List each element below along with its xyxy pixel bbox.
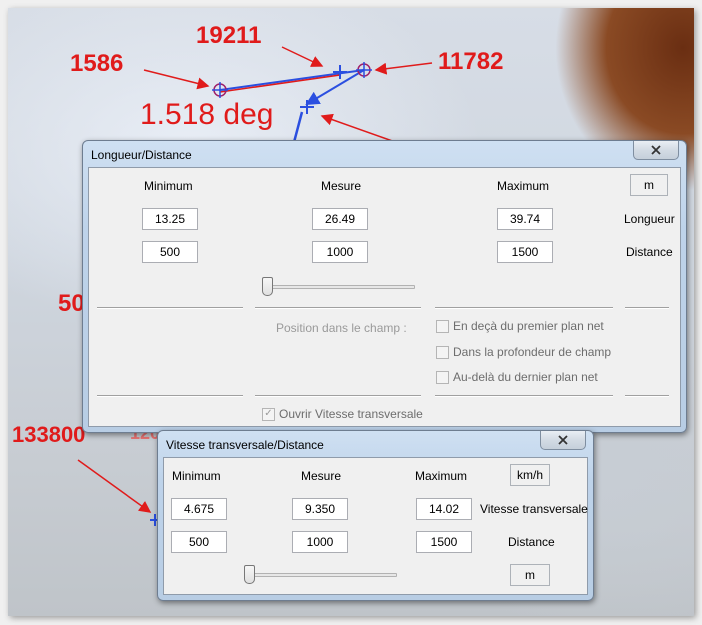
longueur-mesure-field[interactable] — [312, 208, 368, 230]
checkbox-label: Au-delà du dernier plan net — [453, 370, 598, 384]
separator — [255, 395, 421, 397]
unit-button[interactable]: m — [630, 174, 668, 196]
distance-max-field[interactable] — [416, 531, 472, 553]
window-titlebar[interactable]: Longueur/Distance — [83, 141, 686, 167]
checkbox-label: Dans la profondeur de champ — [453, 345, 612, 359]
slider-track — [262, 285, 415, 289]
checkbox-ouvrir-vitesse[interactable]: ✓ Ouvrir Vitesse transversale — [262, 407, 423, 421]
slider-thumb[interactable] — [244, 565, 255, 584]
distance-min-field[interactable] — [171, 531, 227, 553]
slider-thumb[interactable] — [262, 277, 273, 296]
unit-button-label: m — [644, 178, 654, 192]
distance-mesure-field[interactable] — [312, 241, 368, 263]
label-1586: 1586 — [70, 50, 124, 77]
longueur-min-field[interactable] — [142, 208, 198, 230]
header-maximum: Maximum — [415, 469, 468, 483]
window-title: Vitesse transversale/Distance — [166, 438, 324, 452]
unit-button-label: km/h — [516, 468, 543, 482]
close-icon — [558, 435, 568, 445]
header-mesure: Mesure — [301, 469, 342, 483]
window-title: Longueur/Distance — [91, 148, 192, 162]
vitesse-mesure-field[interactable] — [292, 498, 348, 520]
label-50: 50 — [58, 290, 85, 317]
cross-marker-19211 — [333, 65, 347, 79]
close-button[interactable] — [633, 141, 679, 160]
header-mesure: Mesure — [321, 179, 362, 193]
checkbox-profondeur[interactable]: Dans la profondeur de champ — [436, 345, 611, 359]
target-marker-1586 — [212, 82, 228, 98]
target-marker-11782 — [356, 62, 372, 78]
checkbox-box[interactable] — [436, 319, 449, 333]
label-19211: 19211 — [196, 22, 262, 49]
position-label: Position dans le champ : — [276, 321, 407, 335]
checkbox-label: En deçà du premier plan net — [453, 319, 604, 333]
row-label-distance: Distance — [508, 535, 555, 549]
unit-button-label: m — [525, 568, 535, 582]
checkbox-box[interactable] — [436, 345, 449, 359]
header-maximum: Maximum — [497, 179, 550, 193]
longueur-max-field[interactable] — [497, 208, 553, 230]
speed-unit-button[interactable]: km/h — [510, 464, 550, 486]
label-133800: 133800 — [12, 422, 86, 447]
window-client-area: Minimum Mesure Maximum m Longueur Distan… — [88, 167, 681, 427]
arrow-19211 — [281, 46, 324, 67]
checkbox-box-checked[interactable]: ✓ — [262, 407, 275, 421]
arrow-11782 — [374, 62, 433, 75]
checkbox-au-dela[interactable]: Au-delà du dernier plan net — [436, 370, 598, 384]
arrow-1586 — [143, 69, 210, 90]
separator — [625, 307, 669, 309]
row-label-distance: Distance — [626, 245, 673, 259]
distance-slider[interactable] — [244, 564, 397, 584]
header-minimum: Minimum — [144, 179, 193, 193]
vitesse-min-field[interactable] — [171, 498, 227, 520]
distance-max-field[interactable] — [497, 241, 553, 263]
header-minimum: Minimum — [172, 469, 221, 483]
longueur-distance-window: Longueur/Distance Minimum Mesure Maximum… — [82, 140, 687, 433]
checkbox-en-deca[interactable]: En deçà du premier plan net — [436, 319, 604, 333]
distance-unit-button[interactable]: m — [510, 564, 550, 586]
distance-slider[interactable] — [262, 276, 415, 296]
separator — [435, 395, 613, 397]
label-angle: 1.518 deg — [140, 98, 274, 131]
distance-mesure-field[interactable] — [292, 531, 348, 553]
checkbox-box[interactable] — [436, 370, 449, 384]
distance-min-field[interactable] — [142, 241, 198, 263]
label-11782: 11782 — [438, 48, 504, 75]
window-client-area: Minimum Mesure Maximum km/h Vitesse tran… — [163, 457, 588, 595]
close-icon — [651, 145, 661, 155]
close-button[interactable] — [540, 431, 586, 450]
checkbox-label: Ouvrir Vitesse transversale — [279, 407, 423, 421]
window-titlebar[interactable]: Vitesse transversale/Distance — [158, 431, 593, 457]
vitesse-distance-window: Vitesse transversale/Distance Minimum Me… — [157, 430, 594, 601]
row-label-longueur: Longueur — [624, 212, 675, 226]
row-label-vitesse: Vitesse transversale — [480, 502, 588, 516]
separator — [255, 307, 421, 309]
measure-line-red — [219, 74, 341, 93]
separator — [435, 307, 613, 309]
arrow-133800 — [77, 459, 152, 513]
separator — [625, 395, 669, 397]
separator — [97, 395, 243, 397]
check-icon: ✓ — [264, 408, 273, 419]
vitesse-max-field[interactable] — [416, 498, 472, 520]
slider-track — [244, 573, 397, 577]
separator — [97, 307, 243, 309]
